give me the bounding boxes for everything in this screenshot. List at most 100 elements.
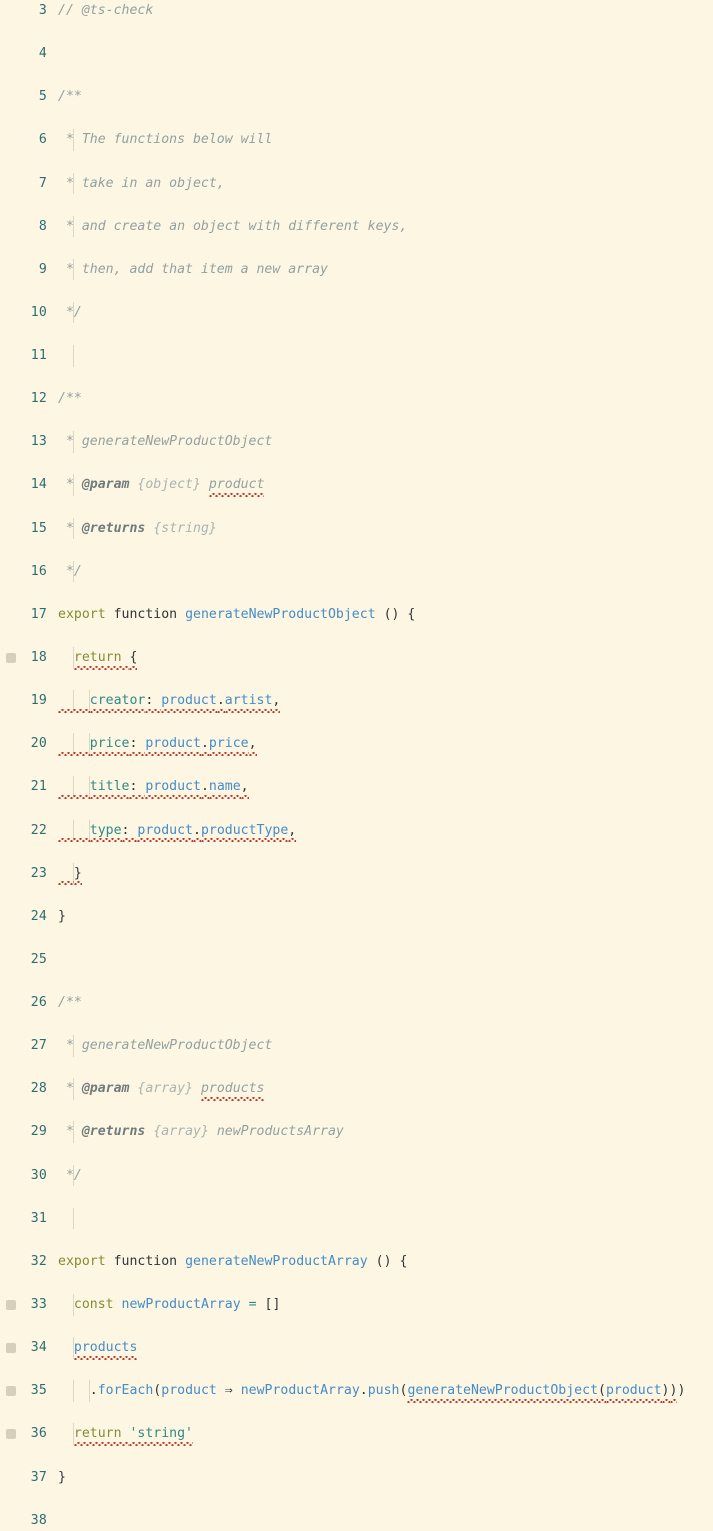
code-line-content[interactable]: export function generateNewProductArray … xyxy=(58,1251,407,1273)
editor-gutter[interactable]: 20 xyxy=(0,733,58,755)
editor-gutter[interactable]: 28 xyxy=(0,1078,58,1100)
editor-gutter[interactable]: 4 xyxy=(0,43,58,65)
editor-gutter[interactable]: 27 xyxy=(0,1035,58,1057)
code-line[interactable]: 37} xyxy=(0,1467,713,1489)
gutter-marker-icon[interactable] xyxy=(6,1429,16,1440)
code-line-content[interactable]: // @ts-check xyxy=(58,0,153,22)
editor-gutter[interactable]: 6 xyxy=(0,129,58,151)
editor-gutter[interactable]: 3 xyxy=(0,0,58,22)
editor-gutter[interactable]: 5 xyxy=(0,86,58,108)
code-line[interactable]: 28 * @param {array} products xyxy=(0,1078,713,1101)
code-line[interactable]: 20 price: product.price, xyxy=(0,733,713,756)
code-line[interactable]: 31 xyxy=(0,1207,713,1230)
editor-gutter[interactable]: 36 xyxy=(0,1423,58,1445)
code-editor[interactable]: 3 // @ts-check 4 5 /** 6 * The functions belo… xyxy=(0,0,713,1528)
code-line[interactable]: 38 xyxy=(0,1510,713,1531)
editor-gutter[interactable]: 19 xyxy=(0,690,58,712)
editor-gutter[interactable]: 9 xyxy=(0,259,58,281)
code-line[interactable]: 35 .forEach(product ⇒ newProductArray.pu… xyxy=(0,1380,713,1403)
editor-gutter[interactable]: 35 xyxy=(0,1380,58,1402)
editor-gutter[interactable]: 21 xyxy=(0,776,58,798)
code-line-content[interactable]: * and create an object with different ke… xyxy=(58,215,407,238)
code-line-content[interactable]: return 'string' xyxy=(58,1423,193,1446)
editor-gutter[interactable]: 13 xyxy=(0,431,58,453)
editor-gutter[interactable]: 29 xyxy=(0,1121,58,1143)
editor-gutter[interactable]: 16 xyxy=(0,561,58,583)
code-line[interactable]: 13 * generateNewProductObject xyxy=(0,431,713,453)
editor-gutter[interactable]: 11 xyxy=(0,345,58,367)
code-line[interactable]: 7 * take in an object, xyxy=(0,172,713,195)
code-line[interactable]: 32 export function generateNewProductArra… xyxy=(0,1251,713,1273)
editor-gutter[interactable]: 33 xyxy=(0,1294,58,1316)
code-line[interactable]: 17 export function generateNewProductObje… xyxy=(0,604,713,626)
editor-gutter[interactable]: 38 xyxy=(0,1510,58,1531)
code-line[interactable]: 12 /** xyxy=(0,388,713,410)
gutter-marker-icon[interactable] xyxy=(6,1299,16,1310)
code-line-content[interactable]: return { xyxy=(58,646,137,670)
code-line[interactable]: 15 * @returns {string} xyxy=(0,517,713,540)
code-line-content[interactable]: * @returns {string} xyxy=(58,517,217,540)
code-line[interactable]: 25 xyxy=(0,949,713,971)
code-line-content[interactable]: title: product.name, xyxy=(58,776,249,799)
code-line-content[interactable]: * The functions below will xyxy=(58,129,272,151)
editor-gutter[interactable]: 24 xyxy=(0,906,58,928)
code-line[interactable]: 4 xyxy=(0,43,713,65)
code-line-content[interactable]: .forEach(product ⇒ newProductArray.push(… xyxy=(58,1380,685,1403)
code-line-content[interactable]: /** xyxy=(58,388,82,410)
code-line-content[interactable]: export function generateNewProductObject… xyxy=(58,604,415,626)
code-line-content[interactable]: * generateNewProductObject xyxy=(58,1035,272,1057)
editor-gutter[interactable]: 26 xyxy=(0,992,58,1014)
code-line-content[interactable]: * then, add that item a new array xyxy=(58,258,328,281)
gutter-marker-icon[interactable] xyxy=(6,652,16,663)
editor-gutter[interactable]: 37 xyxy=(0,1467,58,1489)
code-line-content[interactable]: * @param {array} products xyxy=(58,1078,264,1101)
code-line[interactable]: 8 * and create an object with different … xyxy=(0,215,713,238)
code-line[interactable]: 27 * generateNewProductObject xyxy=(0,1035,713,1057)
editor-gutter[interactable]: 23 xyxy=(0,863,58,885)
editor-gutter[interactable]: 30 xyxy=(0,1165,58,1187)
code-line-content[interactable]: * @returns {array} newProductsArray xyxy=(58,1121,344,1143)
code-line[interactable]: 22 type: product.productType, xyxy=(0,819,713,842)
editor-gutter[interactable]: 32 xyxy=(0,1251,58,1273)
code-line[interactable]: 5 /** xyxy=(0,86,713,108)
editor-gutter[interactable]: 25 xyxy=(0,949,58,971)
code-line[interactable]: 24} xyxy=(0,906,713,928)
code-line[interactable]: 34 products xyxy=(0,1337,713,1360)
code-line[interactable]: 9 * then, add that item a new array xyxy=(0,258,713,281)
code-line[interactable]: 21 title: product.name, xyxy=(0,776,713,799)
code-line-content[interactable]: * generateNewProductObject xyxy=(58,431,272,453)
editor-gutter[interactable]: 14 xyxy=(0,474,58,496)
code-line[interactable]: 3 // @ts-check xyxy=(0,0,713,22)
code-line[interactable]: 11 xyxy=(0,345,713,367)
gutter-marker-icon[interactable] xyxy=(6,1343,16,1354)
code-line[interactable]: 33 const newProductArray = [] xyxy=(0,1293,713,1316)
code-line[interactable]: 6 * The functions below will xyxy=(0,129,713,151)
gutter-marker-icon[interactable] xyxy=(6,1386,16,1397)
code-line-content[interactable]: /** xyxy=(58,86,82,108)
editor-gutter[interactable]: 22 xyxy=(0,820,58,842)
code-line[interactable]: 19 creator: product.artist, xyxy=(0,690,713,713)
code-line[interactable]: 18 return { xyxy=(0,646,713,670)
code-line-content[interactable]: const newProductArray = [] xyxy=(58,1293,280,1316)
code-line[interactable]: 29 * @returns {array} newProductsArray xyxy=(0,1121,713,1143)
code-line-content[interactable]: } xyxy=(58,906,66,928)
code-line-content[interactable]: price: product.price, xyxy=(58,733,257,756)
code-line[interactable]: 16 */ xyxy=(0,560,713,583)
code-line-content[interactable]: products xyxy=(58,1337,137,1360)
editor-gutter[interactable]: 7 xyxy=(0,173,58,195)
editor-gutter[interactable]: 34 xyxy=(0,1337,58,1359)
editor-gutter[interactable]: 15 xyxy=(0,518,58,540)
editor-gutter[interactable]: 18 xyxy=(0,647,58,669)
code-line-content[interactable]: creator: product.artist, xyxy=(58,690,280,713)
code-line-content[interactable]: */ xyxy=(58,1164,82,1187)
code-line[interactable]: 23 } xyxy=(0,862,713,885)
editor-gutter[interactable]: 17 xyxy=(0,604,58,626)
editor-gutter[interactable]: 12 xyxy=(0,388,58,410)
code-line-content[interactable]: */ xyxy=(58,560,82,583)
code-line[interactable]: 36 return 'string' xyxy=(0,1423,713,1446)
code-line[interactable]: 26 /** xyxy=(0,992,713,1014)
editor-gutter[interactable]: 8 xyxy=(0,216,58,238)
code-line[interactable]: 30 */ xyxy=(0,1164,713,1187)
code-line-content[interactable]: * @param {object} product xyxy=(58,474,264,497)
editor-gutter[interactable]: 31 xyxy=(0,1208,58,1230)
